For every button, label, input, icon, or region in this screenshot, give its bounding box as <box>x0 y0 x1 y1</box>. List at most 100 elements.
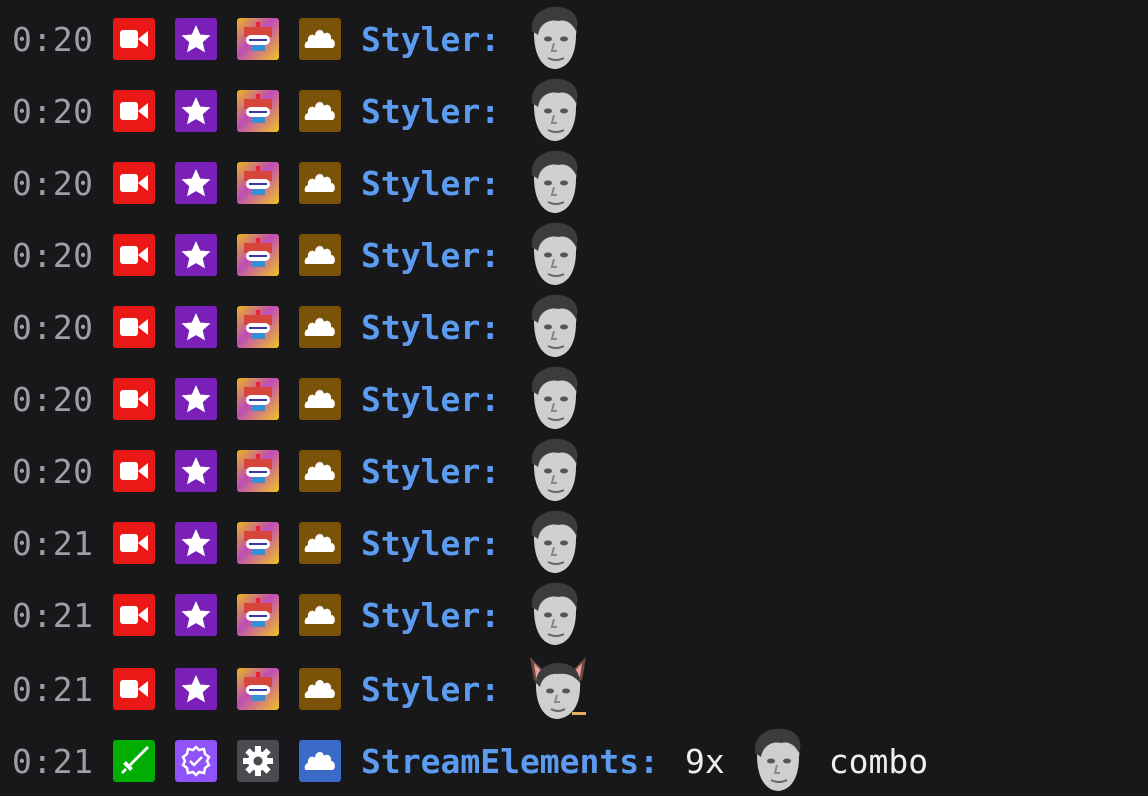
broadcaster-camera-icon[interactable] <box>113 522 155 564</box>
badge-list <box>113 90 341 132</box>
username[interactable]: Styler: <box>361 308 500 347</box>
combo-count: 9x <box>685 741 725 781</box>
broadcaster-camera-icon[interactable] <box>113 594 155 636</box>
multicolor-sub-icon[interactable] <box>237 162 279 204</box>
broadcaster-camera-icon[interactable] <box>113 306 155 348</box>
cloud-icon[interactable] <box>299 90 341 132</box>
star-icon[interactable] <box>175 594 217 636</box>
broadcaster-camera-icon[interactable] <box>113 18 155 60</box>
cloud-icon[interactable] <box>299 306 341 348</box>
multicolor-sub-icon[interactable] <box>237 522 279 564</box>
cloud-icon[interactable] <box>299 18 341 60</box>
cloud-icon[interactable] <box>299 450 341 492</box>
badge-list <box>113 18 341 60</box>
face-emote[interactable] <box>526 581 582 649</box>
face-emote[interactable] <box>526 293 582 361</box>
star-icon[interactable] <box>175 306 217 348</box>
face-emote[interactable] <box>526 365 582 433</box>
multicolor-sub-icon[interactable] <box>237 306 279 348</box>
username[interactable]: Styler: <box>361 236 500 275</box>
multicolor-sub-icon[interactable] <box>237 234 279 276</box>
star-icon[interactable] <box>175 90 217 132</box>
multicolor-sub-icon[interactable] <box>237 594 279 636</box>
multicolor-sub-icon[interactable] <box>237 450 279 492</box>
star-icon[interactable] <box>175 668 217 710</box>
chat-message: 0:21 Styler: <box>0 579 1148 651</box>
face-emote[interactable] <box>526 221 582 289</box>
multicolor-sub-icon[interactable] <box>237 90 279 132</box>
chat-message: 0:20 Styler: <box>0 219 1148 291</box>
cat-face-emote[interactable] <box>526 655 590 723</box>
timestamp: 0:20 <box>12 235 94 275</box>
timestamp: 0:21 <box>12 523 94 563</box>
face-emote[interactable] <box>749 727 805 795</box>
chat-message: 0:20 Styler: <box>0 3 1148 75</box>
username[interactable]: StreamElements: <box>361 742 659 781</box>
cloud-icon[interactable] <box>299 668 341 710</box>
username[interactable]: Styler: <box>361 452 500 491</box>
face-emote[interactable] <box>526 77 582 145</box>
cloud-icon[interactable] <box>299 378 341 420</box>
multicolor-sub-icon[interactable] <box>237 378 279 420</box>
broadcaster-camera-icon[interactable] <box>113 234 155 276</box>
combo-word: combo <box>828 741 929 781</box>
star-icon[interactable] <box>175 378 217 420</box>
timestamp: 0:20 <box>12 19 94 59</box>
timestamp: 0:20 <box>12 307 94 347</box>
combo-message: 0:21 StreamElements: 9x combo <box>0 725 1148 796</box>
chat-message: 0:21 Styler: <box>0 653 1148 725</box>
multicolor-sub-icon[interactable] <box>237 668 279 710</box>
face-emote[interactable] <box>526 5 582 73</box>
username[interactable]: Styler: <box>361 20 500 59</box>
broadcaster-camera-icon[interactable] <box>113 378 155 420</box>
star-icon[interactable] <box>175 234 217 276</box>
chat-message: 0:20 Styler: <box>0 75 1148 147</box>
face-emote[interactable] <box>526 509 582 577</box>
broadcaster-camera-icon[interactable] <box>113 450 155 492</box>
star-icon[interactable] <box>175 18 217 60</box>
badge-list <box>113 522 341 564</box>
chat-message: 0:20 Styler: <box>0 147 1148 219</box>
badge-list <box>113 740 341 782</box>
badge-list <box>113 378 341 420</box>
moderator-sword-icon[interactable] <box>113 740 155 782</box>
cloud-icon[interactable] <box>299 234 341 276</box>
chat-log: 0:20 Styler: 0:20 Styler: 0:20 Styler: 0… <box>0 0 1148 796</box>
username[interactable]: Styler: <box>361 164 500 203</box>
broadcaster-camera-icon[interactable] <box>113 162 155 204</box>
badge-list <box>113 162 341 204</box>
badge-list <box>113 668 341 710</box>
badge-list <box>113 450 341 492</box>
username[interactable]: Styler: <box>361 596 500 635</box>
badge-list <box>113 306 341 348</box>
cloud-icon[interactable] <box>299 162 341 204</box>
face-emote[interactable] <box>526 149 582 217</box>
username[interactable]: Styler: <box>361 380 500 419</box>
username[interactable]: Styler: <box>361 670 500 709</box>
timestamp: 0:20 <box>12 379 94 419</box>
cloud-icon[interactable] <box>299 594 341 636</box>
badge-list <box>113 234 341 276</box>
verified-check-icon[interactable] <box>175 740 217 782</box>
timestamp: 0:20 <box>12 91 94 131</box>
timestamp: 0:20 <box>12 163 94 203</box>
star-icon[interactable] <box>175 162 217 204</box>
star-icon[interactable] <box>175 450 217 492</box>
broadcaster-camera-icon[interactable] <box>113 668 155 710</box>
timestamp: 0:21 <box>12 595 94 635</box>
broadcaster-camera-icon[interactable] <box>113 90 155 132</box>
star-icon[interactable] <box>175 522 217 564</box>
chat-message: 0:21 Styler: <box>0 507 1148 579</box>
username[interactable]: Styler: <box>361 524 500 563</box>
timestamp: 0:21 <box>12 741 94 781</box>
badge-list <box>113 594 341 636</box>
cloud-icon[interactable] <box>299 522 341 564</box>
gear-icon[interactable] <box>237 740 279 782</box>
chat-message: 0:20 Styler: <box>0 363 1148 435</box>
multicolor-sub-icon[interactable] <box>237 18 279 60</box>
chat-message: 0:20 Styler: <box>0 435 1148 507</box>
face-emote[interactable] <box>526 437 582 505</box>
username[interactable]: Styler: <box>361 92 500 131</box>
blue-cloud-icon[interactable] <box>299 740 341 782</box>
chat-message: 0:20 Styler: <box>0 291 1148 363</box>
